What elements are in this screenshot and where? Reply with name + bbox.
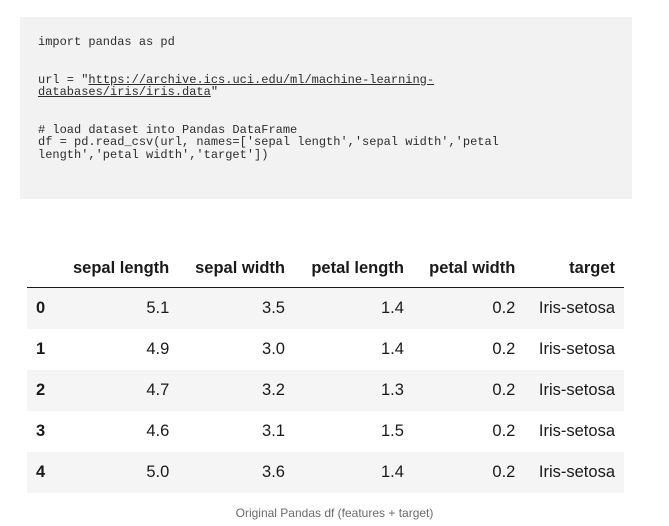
column-header: sepal length xyxy=(55,249,179,288)
cell-target: Iris-setosa xyxy=(538,299,615,317)
column-header: petal length xyxy=(293,249,413,288)
table-row: 0 5.1 3.5 1.4 0.2 Iris-setosa xyxy=(27,287,624,329)
code-read-csv-line-cont: length','petal width','target']) xyxy=(38,147,269,162)
row-index: 0 xyxy=(36,299,46,317)
table-row: 4 5.0 3.6 1.4 0.2 Iris-setosa xyxy=(27,452,624,493)
cell-target: Iris-setosa xyxy=(538,381,615,399)
dataset-url-link-cont[interactable]: databases/iris/iris.data xyxy=(38,85,211,99)
cell-target: Iris-setosa xyxy=(538,463,615,481)
row-index: 2 xyxy=(36,381,46,399)
code-import-line: import pandas as pd xyxy=(38,35,175,49)
cell-petal-width: 0.2 xyxy=(492,422,516,440)
table-header-row: sepal length sepal width petal length pe… xyxy=(27,249,624,288)
cell-sepal-width: 3.2 xyxy=(262,381,285,399)
table-row: 3 4.6 3.1 1.5 0.2 Iris-setosa xyxy=(27,411,624,452)
cell-petal-length: 1.4 xyxy=(380,299,404,317)
cell-petal-length: 1.3 xyxy=(380,381,404,399)
cell-sepal-length: 4.6 xyxy=(146,422,170,440)
code-block: import pandas as pd url = "https://archi… xyxy=(20,17,632,199)
row-index: 4 xyxy=(36,463,46,481)
cell-petal-length: 1.4 xyxy=(380,340,404,358)
table-row: 2 4.7 3.2 1.3 0.2 Iris-setosa xyxy=(27,370,624,411)
cell-sepal-width: 3.0 xyxy=(262,340,285,358)
cell-sepal-width: 3.6 xyxy=(262,463,285,481)
cell-sepal-width: 3.5 xyxy=(262,299,285,317)
row-index: 1 xyxy=(36,340,46,358)
code-read-csv-line: df = pd.read_csv(url, names=['sepal leng… xyxy=(38,135,499,149)
figure-caption: Original Pandas df (features + target) xyxy=(235,506,434,520)
column-header: sepal width xyxy=(178,249,294,288)
cell-sepal-width: 3.1 xyxy=(262,422,285,440)
table-row: 1 4.9 3.0 1.4 0.2 Iris-setosa xyxy=(27,329,624,370)
cell-target: Iris-setosa xyxy=(538,340,615,358)
dataframe-table: sepal length sepal width petal length pe… xyxy=(27,249,624,493)
cell-petal-width: 0.2 xyxy=(492,381,516,399)
row-index: 3 xyxy=(36,422,46,440)
index-header xyxy=(27,249,55,288)
cell-petal-width: 0.2 xyxy=(492,340,516,358)
cell-petal-length: 1.5 xyxy=(380,422,404,440)
cell-sepal-length: 5.1 xyxy=(146,299,170,317)
cell-petal-width: 0.2 xyxy=(492,299,516,317)
cell-target: Iris-setosa xyxy=(538,422,615,440)
cell-sepal-length: 5.0 xyxy=(146,463,170,481)
column-header: target xyxy=(524,249,624,288)
code-url-line-cont: databases/iris/iris.data" xyxy=(38,86,614,99)
cell-petal-width: 0.2 xyxy=(492,463,516,481)
column-header: petal width xyxy=(412,249,525,288)
code-url-suffix: " xyxy=(210,85,219,99)
cell-sepal-length: 4.7 xyxy=(146,381,170,399)
cell-sepal-length: 4.9 xyxy=(146,340,170,358)
cell-petal-length: 1.4 xyxy=(380,463,404,481)
